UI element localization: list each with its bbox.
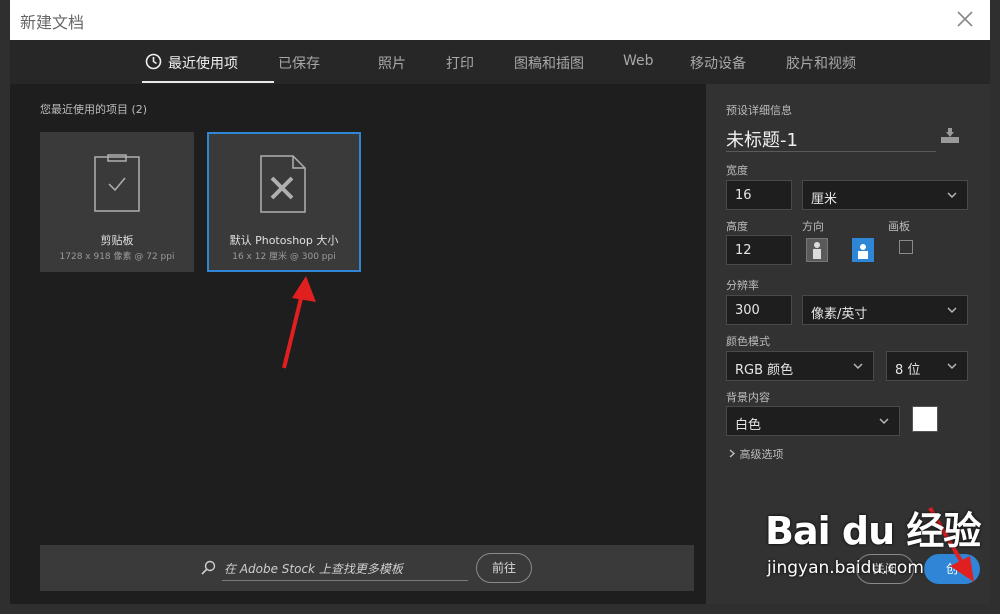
- tab-recent[interactable]: 最近使用项: [168, 53, 238, 73]
- portrait-icon: [813, 242, 821, 259]
- search-icon: [201, 560, 216, 575]
- height-input[interactable]: 12: [726, 235, 792, 265]
- active-tab-indicator: [142, 81, 274, 83]
- width-label: 宽度: [726, 164, 748, 177]
- artboard-label: 画板: [888, 220, 910, 233]
- tab-art-illustration[interactable]: 图稿和插图: [514, 53, 584, 73]
- document-name-underline: [726, 151, 936, 152]
- document-pencil-ruler-icon: [260, 155, 306, 213]
- dialog-title: 新建文档: [20, 13, 85, 32]
- watermark-url: jingyan.baidu.com: [767, 558, 924, 578]
- color-mode-label: 颜色模式: [726, 335, 770, 348]
- chevron-down-icon: [947, 192, 957, 198]
- clock-icon: [145, 53, 162, 70]
- color-mode-select[interactable]: RGB 颜色: [726, 351, 874, 381]
- go-button[interactable]: 前往: [476, 553, 532, 583]
- card-meta: 16 x 12 厘米 @ 300 ppi: [232, 252, 336, 262]
- preset-card-clipboard[interactable]: 剪贴板 1728 x 918 像素 @ 72 ppi: [40, 132, 194, 272]
- details-heading: 预设详细信息: [726, 104, 792, 117]
- width-unit-select[interactable]: 厘米: [802, 180, 968, 210]
- dialog-titlebar: 新建文档: [10, 0, 990, 40]
- background-color-swatch[interactable]: [912, 406, 938, 432]
- chevron-down-icon: [947, 363, 957, 369]
- watermark-logo-text: Bai du 经验: [765, 509, 981, 553]
- red-arrow-annotation: [282, 276, 316, 369]
- stock-search-bar: 在 Adobe Stock 上查找更多模板 前往: [40, 545, 694, 591]
- tab-film-video[interactable]: 胶片和视频: [786, 53, 856, 73]
- card-meta: 1728 x 918 像素 @ 72 ppi: [59, 252, 175, 262]
- clipboard-check-icon: [94, 154, 140, 212]
- tab-print[interactable]: 打印: [446, 53, 474, 73]
- tab-mobile[interactable]: 移动设备: [690, 53, 746, 73]
- recent-items-heading: 您最近使用的项目 (2): [40, 103, 148, 116]
- resolution-input[interactable]: 300: [726, 295, 792, 325]
- background-label: 背景内容: [726, 391, 770, 404]
- chevron-right-icon: [729, 449, 736, 458]
- save-preset-icon[interactable]: [940, 128, 960, 144]
- search-underline: [222, 580, 468, 581]
- tab-web[interactable]: Web: [623, 53, 654, 69]
- close-icon[interactable]: [954, 8, 976, 30]
- artboard-checkbox[interactable]: [899, 240, 913, 254]
- chevron-down-icon: [853, 363, 863, 369]
- orientation-label: 方向: [802, 220, 824, 233]
- height-label: 高度: [726, 220, 748, 233]
- advanced-options-toggle[interactable]: 高级选项: [728, 446, 784, 462]
- chevron-down-icon: [947, 307, 957, 313]
- recent-count: (2): [131, 103, 148, 116]
- portrait-orientation-button[interactable]: [806, 238, 828, 262]
- resolution-label: 分辨率: [726, 279, 759, 292]
- preset-tabs: 最近使用项 已保存 照片 打印 图稿和插图 Web 移动设备 胶片和视频: [10, 40, 990, 84]
- tab-saved[interactable]: 已保存: [278, 53, 320, 73]
- resolution-unit-select[interactable]: 像素/英寸: [802, 295, 968, 325]
- preset-card-default-photoshop[interactable]: 默认 Photoshop 大小 16 x 12 厘米 @ 300 ppi: [207, 132, 361, 272]
- recent-items-panel: 您最近使用的项目 (2) 剪贴板 1728 x 918 像素 @ 72 ppi …: [20, 84, 706, 604]
- bit-depth-select[interactable]: 8 位: [886, 351, 968, 381]
- tab-photo[interactable]: 照片: [378, 53, 406, 73]
- width-input[interactable]: 16: [726, 180, 792, 210]
- document-name-field[interactable]: 未标题-1: [726, 126, 798, 152]
- stock-search-input[interactable]: 在 Adobe Stock 上查找更多模板: [224, 560, 403, 577]
- landscape-orientation-button[interactable]: [852, 238, 874, 262]
- baidu-jingyan-watermark: Bai du 经验 jingyan.baidu.com: [765, 500, 981, 578]
- card-name: 剪贴板: [100, 234, 134, 247]
- background-select[interactable]: 白色: [726, 406, 900, 436]
- chevron-down-icon: [879, 418, 889, 424]
- card-name: 默认 Photoshop 大小: [229, 234, 339, 247]
- landscape-icon: [858, 244, 868, 259]
